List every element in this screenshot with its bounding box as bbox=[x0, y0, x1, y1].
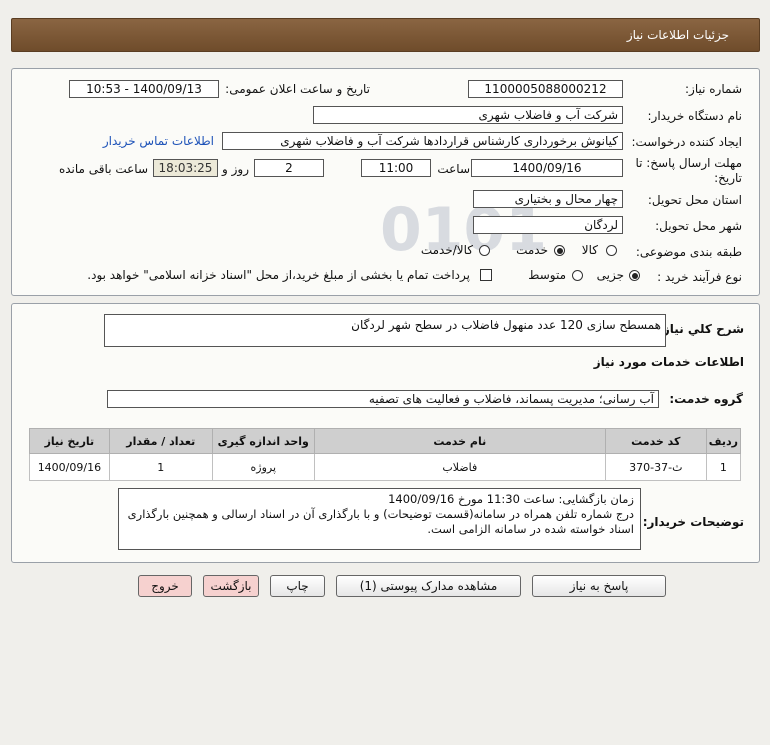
buyer-field: شرکت آب و فاضلاب شهری bbox=[313, 106, 623, 124]
treasury-checkbox[interactable] bbox=[480, 269, 492, 281]
province-label: استان محل تحویل: bbox=[647, 193, 742, 207]
province-field: چهار محال و بختیاری bbox=[473, 190, 623, 208]
cell-need-date: 1400/09/16 bbox=[29, 453, 110, 481]
page-title: جزئیات اطلاعات نیاز bbox=[626, 28, 729, 42]
cell-service-name: فاضلاب bbox=[313, 453, 606, 481]
buyer-contact-link[interactable]: اطلاعات تماس خریدار bbox=[103, 134, 214, 148]
creator-label: ایجاد کننده درخواست: bbox=[631, 135, 742, 149]
description-label: شرح کلي نياز: bbox=[658, 322, 744, 336]
col-service-code: کد خدمت bbox=[604, 428, 707, 454]
remaining-label: ساعت باقی مانده bbox=[58, 162, 148, 176]
process-label: نوع فرآیند خرید : bbox=[657, 270, 742, 284]
announce-label: تاریخ و ساعت اعلان عمومی: bbox=[225, 82, 370, 96]
days-remaining-field: 2 bbox=[254, 159, 324, 177]
deadline-label: مهلت ارسال پاسخ: تا bbox=[635, 156, 742, 170]
table-header-row: ردیف کد خدمت نام خدمت واحد اندازه گیری ت… bbox=[29, 428, 742, 454]
cell-row-number: 1 bbox=[705, 453, 742, 481]
back-button[interactable]: بازگشت bbox=[203, 575, 259, 597]
process-radio-medium[interactable] bbox=[572, 270, 583, 281]
col-quantity: تعداد / مقدار bbox=[108, 428, 213, 454]
service-group-label: گروه خدمت: bbox=[669, 392, 743, 406]
need-number-label: شماره نیاز: bbox=[685, 82, 742, 96]
treasury-checkbox-label: پرداخت تمام یا بخشی از مبلغ خرید،از محل … bbox=[87, 268, 470, 282]
days-label: روز و bbox=[222, 162, 249, 176]
deadline-date-field: 1400/09/16 bbox=[471, 159, 623, 177]
col-unit: واحد اندازه گیری bbox=[211, 428, 315, 454]
deadline-time-field: 11:00 bbox=[361, 159, 431, 177]
col-row-number: ردیف bbox=[705, 428, 742, 454]
city-field: لردگان bbox=[473, 216, 623, 234]
category-option-goods: کالا bbox=[581, 243, 598, 257]
category-option-goods-service: کالا/خدمت bbox=[420, 243, 473, 257]
description-field: همسطح سازی 120 عدد منهول فاضلاب در سطح ش… bbox=[104, 314, 666, 347]
service-group-field: آب رسانی؛ مدیریت پسماند، فاضلاب و فعالیت… bbox=[107, 390, 659, 408]
category-label: طبقه بندی موضوعی: bbox=[635, 245, 742, 259]
process-radio-minor[interactable] bbox=[629, 270, 640, 281]
view-documents-button[interactable]: مشاهده مدارک پیوستی (1) bbox=[336, 575, 521, 597]
buyer-notes-label: توضیحات خریدار: bbox=[642, 515, 744, 529]
category-radio-service[interactable] bbox=[554, 245, 565, 256]
services-table: ردیف کد خدمت نام خدمت واحد اندازه گیری ت… bbox=[29, 428, 742, 481]
page-header: جزئیات اطلاعات نیاز bbox=[11, 18, 760, 52]
table-row: 1 ث-37-370 فاضلاب پروژه 1 1400/09/16 bbox=[29, 453, 742, 481]
print-button[interactable]: چاپ bbox=[270, 575, 325, 597]
buyer-label: نام دستگاه خریدار: bbox=[647, 109, 743, 123]
cell-quantity: 1 bbox=[108, 453, 213, 481]
need-number-field: 1100005088000212 bbox=[468, 80, 623, 98]
col-need-date: تاریخ نیاز bbox=[29, 428, 110, 454]
process-option-minor: جزیی bbox=[596, 268, 624, 282]
creator-field: کیانوش برخورداری کارشناس قراردادها شرکت … bbox=[222, 132, 623, 150]
reply-button[interactable]: پاسخ به نیاز bbox=[532, 575, 666, 597]
time-remaining-field: 18:03:25 bbox=[153, 159, 218, 177]
need-info-panel bbox=[11, 68, 760, 296]
process-option-medium: متوسط bbox=[528, 268, 566, 282]
buyer-notes-field: زمان بازگشایی: ساعت 11:30 مورخ 1400/09/1… bbox=[118, 488, 641, 550]
cell-unit: پروژه bbox=[211, 453, 315, 481]
services-section-title: اطلاعات خدمات مورد نیاز bbox=[593, 355, 744, 369]
category-option-service: خدمت bbox=[516, 243, 548, 257]
col-service-name: نام خدمت bbox=[313, 428, 606, 454]
deadline-label-2: تاریخ: bbox=[714, 171, 742, 185]
announce-field: 1400/09/13 - 10:53 bbox=[69, 80, 219, 98]
category-radio-goods-service[interactable] bbox=[479, 245, 490, 256]
city-label: شهر محل تحویل: bbox=[655, 219, 742, 233]
exit-button[interactable]: خروج bbox=[138, 575, 192, 597]
deadline-time-label: ساعت bbox=[437, 162, 470, 176]
cell-service-code: ث-37-370 bbox=[604, 453, 707, 481]
category-radio-goods[interactable] bbox=[606, 245, 617, 256]
